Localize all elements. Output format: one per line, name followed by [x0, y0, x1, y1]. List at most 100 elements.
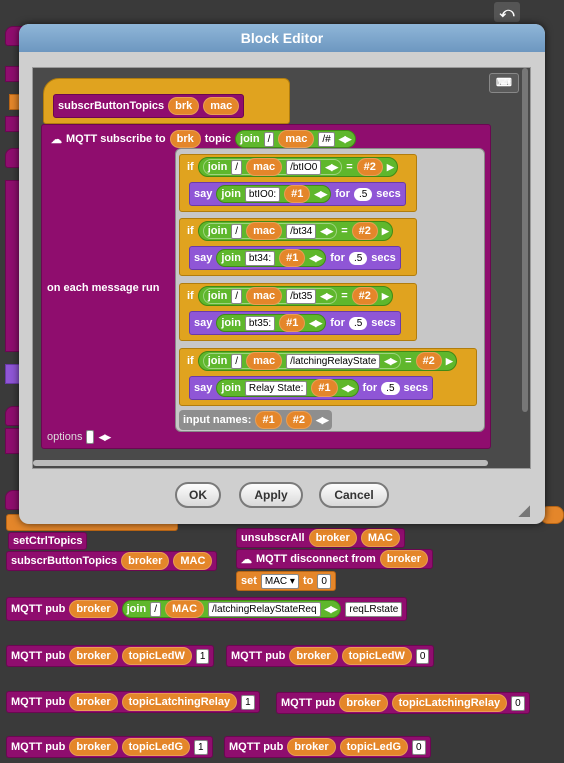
custom-block-prototype[interactable]: subscrButtonTopics brk mac	[53, 94, 245, 118]
say-block[interactable]: say join bt35: #1 ◀▶ for .5 secs	[189, 311, 401, 335]
broker-variable[interactable]: brk	[169, 130, 201, 148]
equals-block[interactable]: join / mac /bt35 ◀▶ = #2 ▶	[197, 286, 393, 306]
broker-variable[interactable]: broker	[69, 647, 118, 665]
mac-variable[interactable]: mac	[246, 287, 283, 305]
broker-variable[interactable]: broker	[308, 529, 357, 547]
broker-variable[interactable]: broker	[339, 694, 388, 712]
param-brk[interactable]: brk	[168, 97, 200, 115]
payload-input[interactable]: 1	[241, 694, 255, 710]
mqtt-pub-block[interactable]: MQTT pub broker topicLedG 1	[6, 736, 213, 758]
set-value-input[interactable]: 0	[317, 573, 331, 589]
sep-input[interactable]: /	[231, 353, 243, 369]
topic-input[interactable]: /bt35	[286, 288, 317, 304]
payload-input[interactable]: 0	[412, 739, 426, 755]
arg2-variable[interactable]: #2	[351, 287, 378, 305]
topic-variable[interactable]: topicLedG	[121, 738, 191, 756]
arrows-icon[interactable]: ◀▶	[314, 189, 327, 200]
ok-button[interactable]: OK	[175, 482, 221, 508]
arg2-variable[interactable]: #2	[351, 222, 378, 240]
suffix-input[interactable]: /#	[318, 131, 335, 147]
topic-variable[interactable]: topicLatchingRelay	[391, 694, 508, 712]
sep-input[interactable]: /	[263, 131, 275, 147]
vertical-scrollbar[interactable]	[522, 68, 528, 412]
arrows-icon[interactable]: ◀▶	[325, 162, 338, 173]
arrows-icon[interactable]: ◀▶	[309, 253, 322, 264]
mqtt-disconnect-block[interactable]: ☁ MQTT disconnect from broker	[236, 549, 434, 569]
subscrButtonTopics-call-block[interactable]: subscrButtonTopics broker MAC	[6, 551, 218, 571]
cancel-button[interactable]: Cancel	[319, 482, 389, 508]
horizontal-scrollbar[interactable]	[33, 460, 488, 466]
arg1-variable[interactable]: #1	[311, 379, 338, 397]
arg2-variable[interactable]: #2	[415, 352, 442, 370]
mac-variable[interactable]: mac	[278, 130, 315, 148]
join-block[interactable]: join btIO0: #1 ◀▶	[216, 185, 332, 203]
broker-variable[interactable]: broker	[289, 647, 338, 665]
sep-input[interactable]: /	[231, 223, 243, 239]
mqtt-pub-block[interactable]: MQTT pub broker topicLedG 0	[224, 736, 431, 758]
sep-input[interactable]: /	[231, 288, 243, 304]
arg2-variable[interactable]: #2	[356, 158, 383, 176]
join-block[interactable]: join / mac /latchingRelayState ◀▶	[202, 352, 402, 370]
apply-button[interactable]: Apply	[239, 482, 303, 508]
topic-variable[interactable]: topicLedG	[339, 738, 409, 756]
arrows-icon[interactable]: ◀▶	[316, 415, 329, 426]
broker-variable[interactable]: broker	[379, 550, 429, 568]
sep-input[interactable]: /	[150, 601, 161, 617]
arrows-icon[interactable]: ◀▶	[98, 432, 111, 443]
secs-input[interactable]: .5	[381, 381, 400, 395]
topic-input[interactable]: /bt34	[286, 223, 317, 239]
arg1-variable[interactable]: #1	[255, 411, 282, 429]
arrows-icon[interactable]: ◀▶	[339, 134, 352, 145]
arrows-icon[interactable]: ◀▶	[342, 383, 355, 394]
say-block[interactable]: say join bt34: #1 ◀▶ for .5 secs	[189, 246, 401, 270]
join-block[interactable]: join / mac /bt35 ◀▶	[202, 287, 338, 305]
arrows-icon[interactable]: ◀▶	[384, 356, 397, 367]
say-block[interactable]: say join Relay State: #1 ◀▶ for .5 secs	[189, 376, 433, 400]
options-input[interactable]	[86, 430, 95, 444]
param-mac[interactable]: mac	[203, 97, 240, 115]
join-block[interactable]: join / MAC /latchingRelayStateReq ◀▶	[121, 600, 342, 618]
join-block[interactable]: join / mac /btIO0 ◀▶	[202, 158, 343, 176]
mac-variable[interactable]: MAC	[173, 552, 213, 570]
join-block[interactable]: join / mac /# ◀▶	[235, 130, 356, 148]
secs-input[interactable]: .5	[353, 187, 373, 201]
say-text-input[interactable]: bt34:	[244, 250, 276, 266]
payload-input[interactable]: 0	[511, 695, 525, 711]
mqtt-pub-block[interactable]: MQTT pub broker topicLatchingRelay 1	[6, 691, 260, 713]
arrow-icon[interactable]: ▶	[382, 291, 389, 302]
arrow-icon[interactable]: ▶	[382, 226, 389, 237]
join-block[interactable]: join / mac /bt34 ◀▶	[202, 222, 338, 240]
mac-variable[interactable]: MAC	[164, 600, 205, 618]
broker-variable[interactable]: broker	[69, 693, 118, 711]
topic-input[interactable]: /latchingRelayState	[286, 353, 381, 369]
payload-input[interactable]: 1	[195, 648, 210, 664]
arrow-icon[interactable]: ▶	[387, 162, 394, 173]
join-block[interactable]: join Relay State: #1 ◀▶	[216, 379, 359, 397]
equals-block[interactable]: join / mac /btIO0 ◀▶ = #2 ▶	[197, 157, 398, 177]
equals-block[interactable]: join / mac /bt34 ◀▶ = #2 ▶	[197, 221, 393, 241]
mac-variable[interactable]: mac	[246, 222, 283, 240]
arg1-variable[interactable]: #1	[279, 314, 306, 332]
topic-input[interactable]: /btIO0	[286, 159, 322, 175]
broker-variable[interactable]: broker	[69, 738, 118, 756]
set-mac-block[interactable]: set MAC ▾ to 0	[236, 571, 336, 591]
payload-input[interactable]: reqLRstate	[345, 601, 403, 617]
mqtt-pub-block[interactable]: MQTT pub broker topicLatchingRelay 0	[276, 692, 530, 714]
arg1-variable[interactable]: #1	[284, 185, 311, 203]
editor-canvas[interactable]: ⌨ subscrButtonTopics brk mac ☁ MQTT subs…	[32, 67, 531, 469]
sep-input[interactable]: /	[231, 159, 243, 175]
secs-input[interactable]: .5	[348, 251, 368, 265]
mqtt-pub-block[interactable]: MQTT pub broker topicLedW 0	[226, 645, 435, 667]
join-block[interactable]: join bt34: #1 ◀▶	[216, 249, 327, 267]
broker-variable[interactable]: broker	[121, 552, 170, 570]
arrows-icon[interactable]: ◀▶	[320, 226, 333, 237]
arg1-variable[interactable]: #1	[279, 249, 306, 267]
unsubscribe-all-block[interactable]: unsubscrAll broker MAC	[236, 528, 405, 548]
join-block[interactable]: join bt35: #1 ◀▶	[216, 314, 327, 332]
secs-input[interactable]: .5	[348, 316, 368, 330]
say-block[interactable]: say join btIO0: #1 ◀▶ for .5 secs	[189, 182, 406, 206]
equals-block[interactable]: join / mac /latchingRelayState ◀▶ = #2 ▶	[197, 351, 457, 371]
variable-dropdown[interactable]: MAC ▾	[260, 573, 299, 589]
payload-input[interactable]: 1	[194, 739, 208, 755]
topic-input[interactable]: /latchingRelayStateReq	[208, 601, 321, 617]
